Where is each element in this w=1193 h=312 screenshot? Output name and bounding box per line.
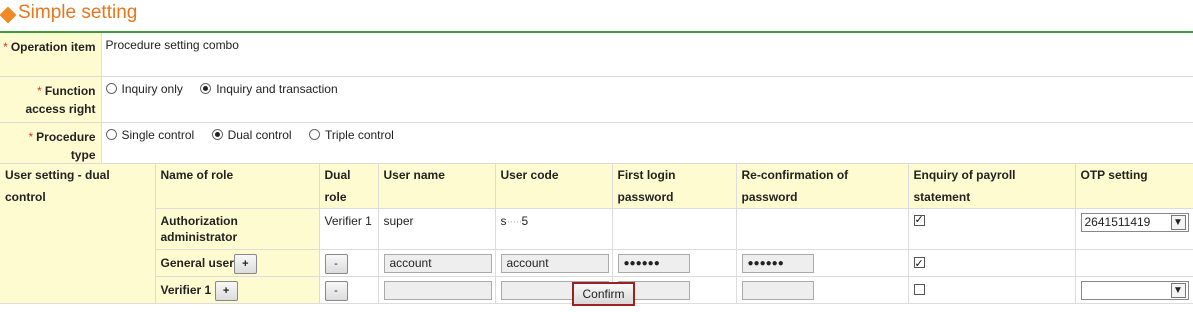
required-mark: * — [3, 40, 8, 54]
chevron-down-icon[interactable]: ▼ — [1170, 283, 1186, 299]
payroll-enquiry-cell — [907, 249, 1076, 277]
radio-label: Inquiry only — [121, 81, 183, 96]
page-header: Simple setting — [0, 0, 1193, 33]
otp-select[interactable]: ▼ — [1080, 281, 1189, 301]
dual-role: Verifier 1 — [318, 208, 379, 250]
header-dual-role: Dual role — [318, 163, 379, 209]
password-confirm-input[interactable] — [741, 281, 814, 301]
radio-circle-selected[interactable] — [200, 82, 212, 94]
password-confirm-cell: ●●●●●● — [735, 249, 909, 277]
role-cell: General user + — [154, 249, 320, 277]
password-confirm-cell — [735, 276, 909, 304]
header-user-name: User name — [377, 163, 496, 209]
required-mark: * — [28, 129, 34, 144]
chevron-down-icon[interactable]: ▼ — [1170, 215, 1186, 230]
first-password-input[interactable]: ●●●●●● — [617, 254, 690, 274]
add-user-button[interactable]: + — [233, 253, 257, 274]
role-name: Authorization administrator — [154, 208, 320, 250]
password-cell: ●●●●●● — [611, 249, 737, 277]
confirm-button[interactable]: Confirm — [572, 282, 635, 306]
diamond-icon — [0, 6, 17, 24]
remove-user-button[interactable]: - — [324, 253, 348, 274]
otp-select[interactable]: 2641511419 ▼ — [1080, 213, 1189, 232]
radio-label: Inquiry and transaction — [216, 81, 338, 96]
page-title: Simple setting — [18, 2, 138, 23]
user-name-input[interactable]: account — [383, 254, 492, 274]
user-name-input[interactable] — [383, 281, 492, 301]
remove-cell: - — [318, 249, 379, 277]
radio-circle-selected[interactable] — [211, 128, 223, 140]
function-access-row: * Function access right Inquiry only Inqu… — [0, 76, 1193, 123]
required-mark: * — [37, 83, 42, 98]
role-name: General user — [160, 256, 234, 270]
otp-cell: ▼ — [1074, 276, 1193, 304]
user-name: super — [377, 208, 496, 250]
procedure-type-row: * Procedure type Single control Dual cont… — [0, 122, 1193, 169]
role-name: Verifier 1 — [160, 283, 212, 297]
first-password-empty — [611, 208, 737, 250]
otp-cell: 2641511419 ▼ — [1074, 208, 1193, 250]
user-code-cell: account — [494, 249, 613, 277]
role-cell: Verifier 1 + — [154, 276, 320, 304]
radio-inquiry-and-transaction[interactable]: Inquiry and transaction — [200, 81, 338, 97]
user-setting-label: User setting - dual control — [0, 163, 156, 304]
user-name-cell: account — [377, 249, 496, 277]
radio-inquiry-only[interactable]: Inquiry only — [105, 81, 183, 97]
radio-label: Dual control — [227, 127, 292, 142]
user-name-cell — [377, 276, 496, 304]
remove-user-button[interactable]: - — [324, 280, 348, 301]
header-first-password: First login password — [611, 163, 737, 209]
otp-cell-empty — [1074, 249, 1193, 277]
function-access-label-cell: * Function access right — [0, 76, 102, 123]
header-user-code: User code — [494, 163, 613, 209]
operation-item-row: * Operation item Procedure setting combo — [0, 33, 1193, 77]
procedure-type-options: Single control Dual control Triple contr… — [101, 122, 1193, 169]
radio-label: Triple control — [324, 127, 394, 142]
add-user-button[interactable]: + — [214, 280, 238, 301]
radio-circle[interactable] — [105, 82, 117, 94]
header-password-confirm: Re-confirmation of password — [735, 163, 909, 209]
user-code-suffix: 5 — [521, 214, 529, 228]
remove-cell: - — [318, 276, 379, 304]
user-code: s·····5 — [494, 208, 613, 250]
table-row: Authorization administrator Verifier 1 s… — [0, 208, 1193, 250]
radio-dual-control[interactable]: Dual control — [211, 127, 292, 143]
radio-single-control[interactable]: Single control — [105, 127, 195, 143]
header-otp: OTP setting — [1074, 163, 1193, 209]
operation-item-value: Procedure setting combo — [101, 33, 1193, 77]
payroll-enquiry-cell — [907, 276, 1076, 304]
operation-item-label: Operation item — [10, 40, 96, 54]
user-code-masked: ····· — [506, 214, 523, 228]
function-access-label: Function access right — [25, 83, 96, 116]
payroll-enquiry-checkbox[interactable] — [913, 212, 925, 228]
header-payroll-enquiry: Enquiry of payroll statement — [907, 163, 1076, 209]
radio-triple-control[interactable]: Triple control — [308, 127, 394, 143]
header-role: Name of role — [154, 163, 320, 209]
radio-circle[interactable] — [105, 128, 117, 140]
payroll-enquiry-checkbox[interactable] — [913, 284, 925, 295]
user-code-input[interactable]: account — [500, 254, 609, 274]
otp-value: 2641511419 — [1084, 215, 1151, 229]
procedure-type-label: Procedure type — [36, 129, 96, 162]
password-confirm-empty — [735, 208, 909, 250]
payroll-enquiry-cell — [907, 208, 1076, 250]
settings-form: * Operation item Procedure setting combo … — [0, 33, 1193, 169]
operation-item-label-cell: * Operation item — [0, 33, 102, 77]
radio-circle[interactable] — [308, 128, 320, 140]
procedure-type-label-cell: * Procedure type — [0, 122, 102, 169]
payroll-enquiry-checkbox[interactable] — [913, 254, 925, 274]
password-confirm-input[interactable]: ●●●●●● — [741, 254, 814, 274]
table-row: General user + - account account ●●●●●● ●… — [0, 249, 1193, 277]
user-table-header: User setting - dual control Name of role… — [0, 163, 1193, 304]
function-access-options: Inquiry only Inquiry and transaction — [101, 76, 1193, 123]
radio-label: Single control — [121, 127, 195, 142]
